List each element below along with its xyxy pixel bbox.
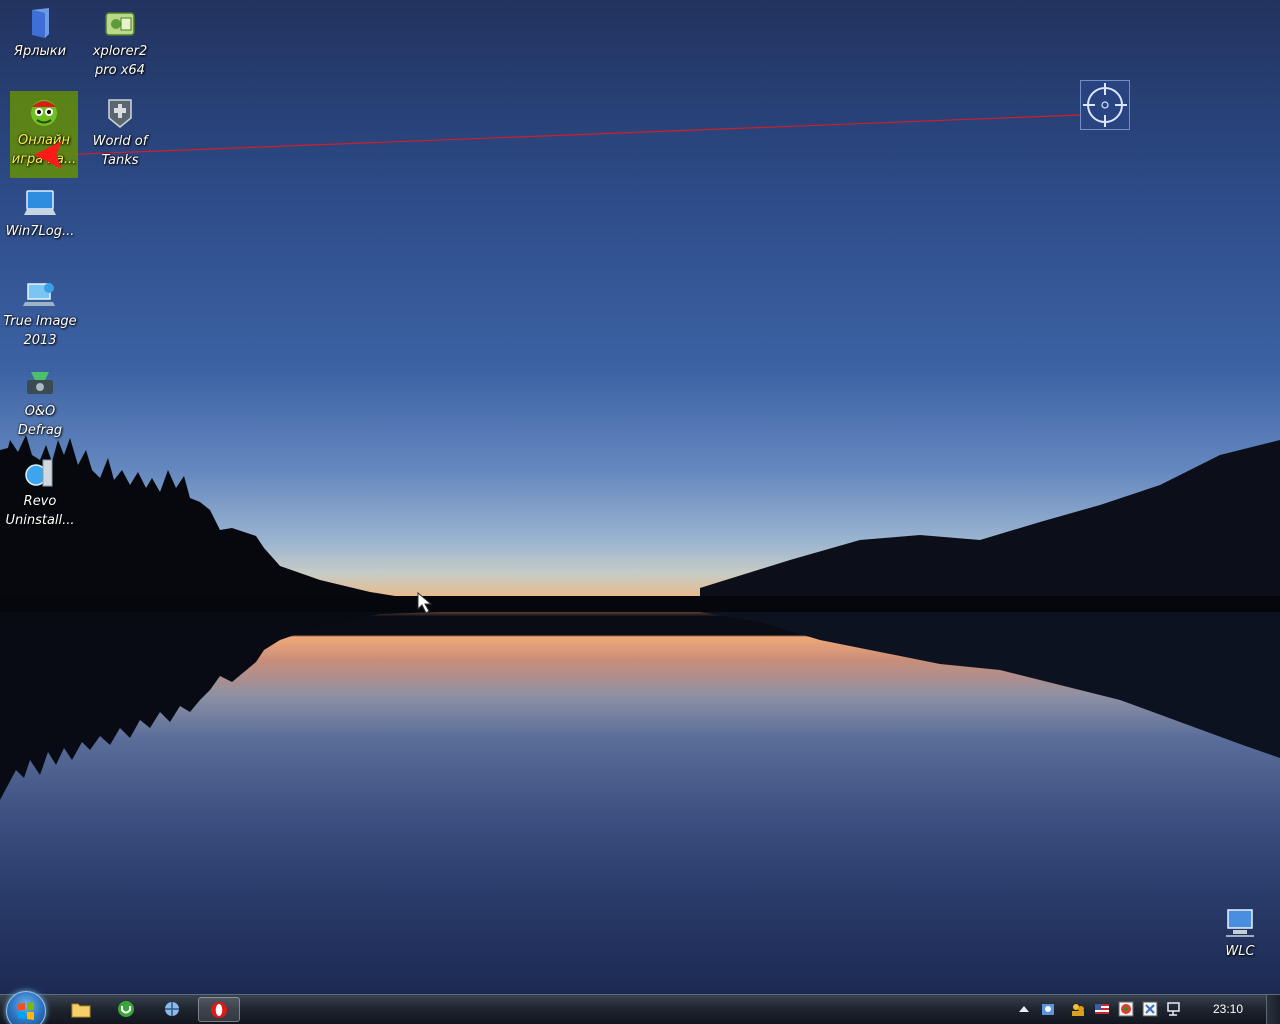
- target-line: [55, 114, 1081, 156]
- desktop-icon-label: Win7Log...: [5, 224, 75, 239]
- show-desktop-button[interactable]: [1266, 995, 1280, 1024]
- crosshair-target-icon[interactable]: [1080, 80, 1130, 130]
- opera-icon: [211, 1002, 227, 1018]
- show-hidden-icons-chevron[interactable]: [1016, 1001, 1032, 1017]
- desktop-icon-shortcuts[interactable]: Ярлыки: [1, 2, 79, 61]
- online-game-icon: [31, 100, 57, 126]
- mouse-cursor-icon: [417, 592, 433, 614]
- users-icon[interactable]: [1070, 1001, 1086, 1017]
- desktop: Ярлыки xplorer2 pro x64 Онлайн игра на..…: [0, 0, 1280, 1024]
- desktop-icon-label: World of Tanks: [92, 134, 148, 168]
- world-of-tanks-icon: [108, 99, 132, 128]
- true-image-icon: [23, 283, 55, 306]
- desktop-icon-oo-defrag[interactable]: O&O Defrag: [1, 362, 79, 440]
- desktop-icon-label: Ярлыки: [13, 44, 67, 59]
- red-arrow-pointer-icon: [34, 141, 62, 169]
- desktop-icon-true-image[interactable]: True Image 2013: [1, 272, 79, 350]
- win7logon-icon: [24, 190, 56, 215]
- desktop-icon-label: xplorer2 pro x64: [92, 44, 148, 78]
- utorrent-icon: [118, 1001, 134, 1017]
- network-manager-icon[interactable]: [1040, 1001, 1056, 1017]
- oo-defrag-icon: [27, 372, 53, 394]
- flag-language-icon[interactable]: [1094, 1001, 1110, 1017]
- network-monitor-icon[interactable]: [1166, 1001, 1182, 1017]
- desktop-icon-label: WLC: [1225, 944, 1255, 959]
- antivirus-icon[interactable]: [1118, 1001, 1134, 1017]
- system-clock[interactable]: 23:10: [1200, 1002, 1256, 1016]
- taskbar-utorrent-button[interactable]: [106, 997, 148, 1022]
- desktop-icon-label: Revo Uninstall...: [5, 494, 75, 528]
- revo-uninstaller-icon: [25, 459, 53, 487]
- desktop-icon-revo-uninstaller[interactable]: Revo Uninstall...: [1, 452, 79, 530]
- desktop-icon-label: True Image 2013: [3, 314, 77, 348]
- folder-icon: [71, 1003, 91, 1018]
- desktop-icon-label: O&O Defrag: [17, 404, 63, 438]
- network-icon: [165, 1002, 179, 1016]
- desktop-icon-wlc[interactable]: WLC: [1201, 902, 1279, 961]
- xplorer2-icon: [105, 12, 135, 36]
- wlc-icon: [1226, 909, 1254, 937]
- folder-icon: [32, 8, 49, 38]
- desktop-icon-win7logon[interactable]: Win7Log...: [1, 182, 79, 241]
- windows-start-orb-icon[interactable]: [6, 991, 46, 1024]
- taskbar-network-tool-button[interactable]: [152, 997, 194, 1022]
- taskbar-opera-button[interactable]: [198, 997, 240, 1022]
- taskbar: 23:10: [0, 991, 1280, 1024]
- taskbar-explorer-button[interactable]: [60, 997, 102, 1022]
- desktop-icon-xplorer2[interactable]: xplorer2 pro x64: [81, 2, 159, 80]
- desktop-icon-world-of-tanks[interactable]: World of Tanks: [81, 92, 159, 170]
- process-icon[interactable]: [1142, 1001, 1158, 1017]
